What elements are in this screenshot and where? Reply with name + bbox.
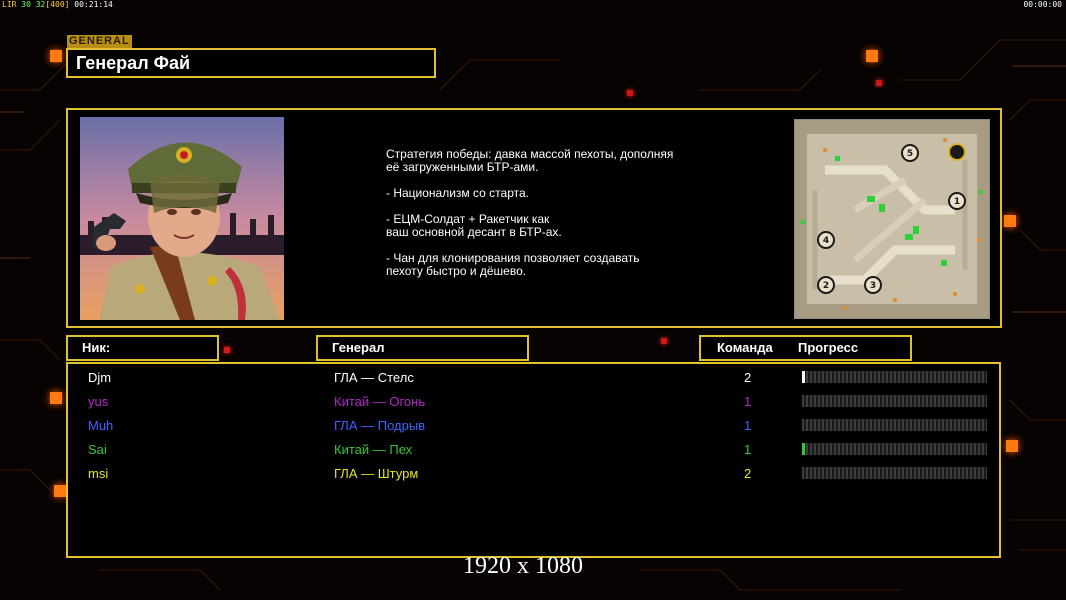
players-panel: Djm ГЛА — Стелс 2 yus Китай — Огонь 1 Muh ГЛА —… (66, 362, 1001, 558)
spot-4-label: 4 (823, 236, 829, 246)
spot-5-label: 5 (907, 149, 913, 159)
orange-marker (1004, 215, 1016, 227)
player-nick: msi (88, 466, 109, 481)
progress-bar (802, 371, 987, 383)
perf-readout: LIR 30 32[400] 00:21:14 (2, 0, 113, 9)
perf-time: 00:21:14 (74, 0, 113, 9)
player-team: 1 (744, 442, 752, 457)
red-marker (661, 338, 667, 344)
strategy-description: Стратегия победы: давка массой пехоты, д… (386, 147, 674, 278)
spot-2-label: 2 (823, 281, 829, 291)
header-nick: Ник: (66, 335, 219, 361)
perf-prefix: LIR (2, 0, 17, 9)
header-team-progress: Команда Прогресс (699, 335, 912, 361)
player-team: 1 (744, 418, 752, 433)
player-team: 2 (744, 370, 752, 385)
spot-1-label: 1 (954, 197, 960, 207)
player-general: ГЛА — Стелс (334, 370, 414, 385)
orange-marker (866, 50, 878, 62)
perf-bracket: [400] (45, 0, 70, 9)
orange-marker (1006, 440, 1018, 452)
player-general: Китай — Пех (334, 442, 413, 457)
player-nick: Djm (88, 370, 112, 385)
header-team: Команда (717, 340, 773, 355)
red-marker (627, 90, 633, 96)
player-team: 1 (744, 394, 752, 409)
progress-bar (802, 467, 987, 479)
header-general: Генерал (316, 335, 529, 361)
minimap: 5 1 4 2 3 (794, 119, 990, 319)
player-row: Djm ГЛА — Стелс 2 (68, 367, 999, 391)
player-general: ГЛА — Подрыв (334, 418, 426, 433)
general-portrait (80, 117, 284, 320)
progress-fill (802, 443, 805, 455)
orange-marker (54, 485, 66, 497)
player-row: Sai Китай — Пех 1 (68, 439, 999, 463)
header-progress: Прогресс (798, 340, 859, 355)
progress-bar (802, 419, 987, 431)
progress-bar (802, 443, 987, 455)
player-nick: Sai (88, 442, 107, 457)
page-title: Генерал Фай (66, 48, 436, 78)
player-team: 2 (744, 466, 752, 481)
perf-values: 30 32 (21, 0, 46, 9)
progress-bar (802, 395, 987, 407)
resolution-watermark: 1920 x 1080 (463, 553, 583, 579)
player-row: Muh ГЛА — Подрыв 1 (68, 415, 999, 439)
orange-marker (50, 50, 62, 62)
player-row: msi ГЛА — Штурм 2 (68, 463, 999, 487)
player-nick: yus (88, 394, 109, 409)
general-tag: GENERAL (67, 35, 132, 48)
game-clock: 00:00:00 (1023, 0, 1062, 9)
player-general: Китай — Огонь (334, 394, 426, 409)
progress-fill (802, 371, 805, 383)
player-row: yus Китай — Огонь 1 (68, 391, 999, 415)
red-marker (224, 347, 230, 353)
player-nick: Muh (88, 418, 114, 433)
red-marker (876, 80, 882, 86)
player-general: ГЛА — Штурм (334, 466, 419, 481)
spot-3-label: 3 (870, 281, 876, 291)
orange-marker (50, 392, 62, 404)
